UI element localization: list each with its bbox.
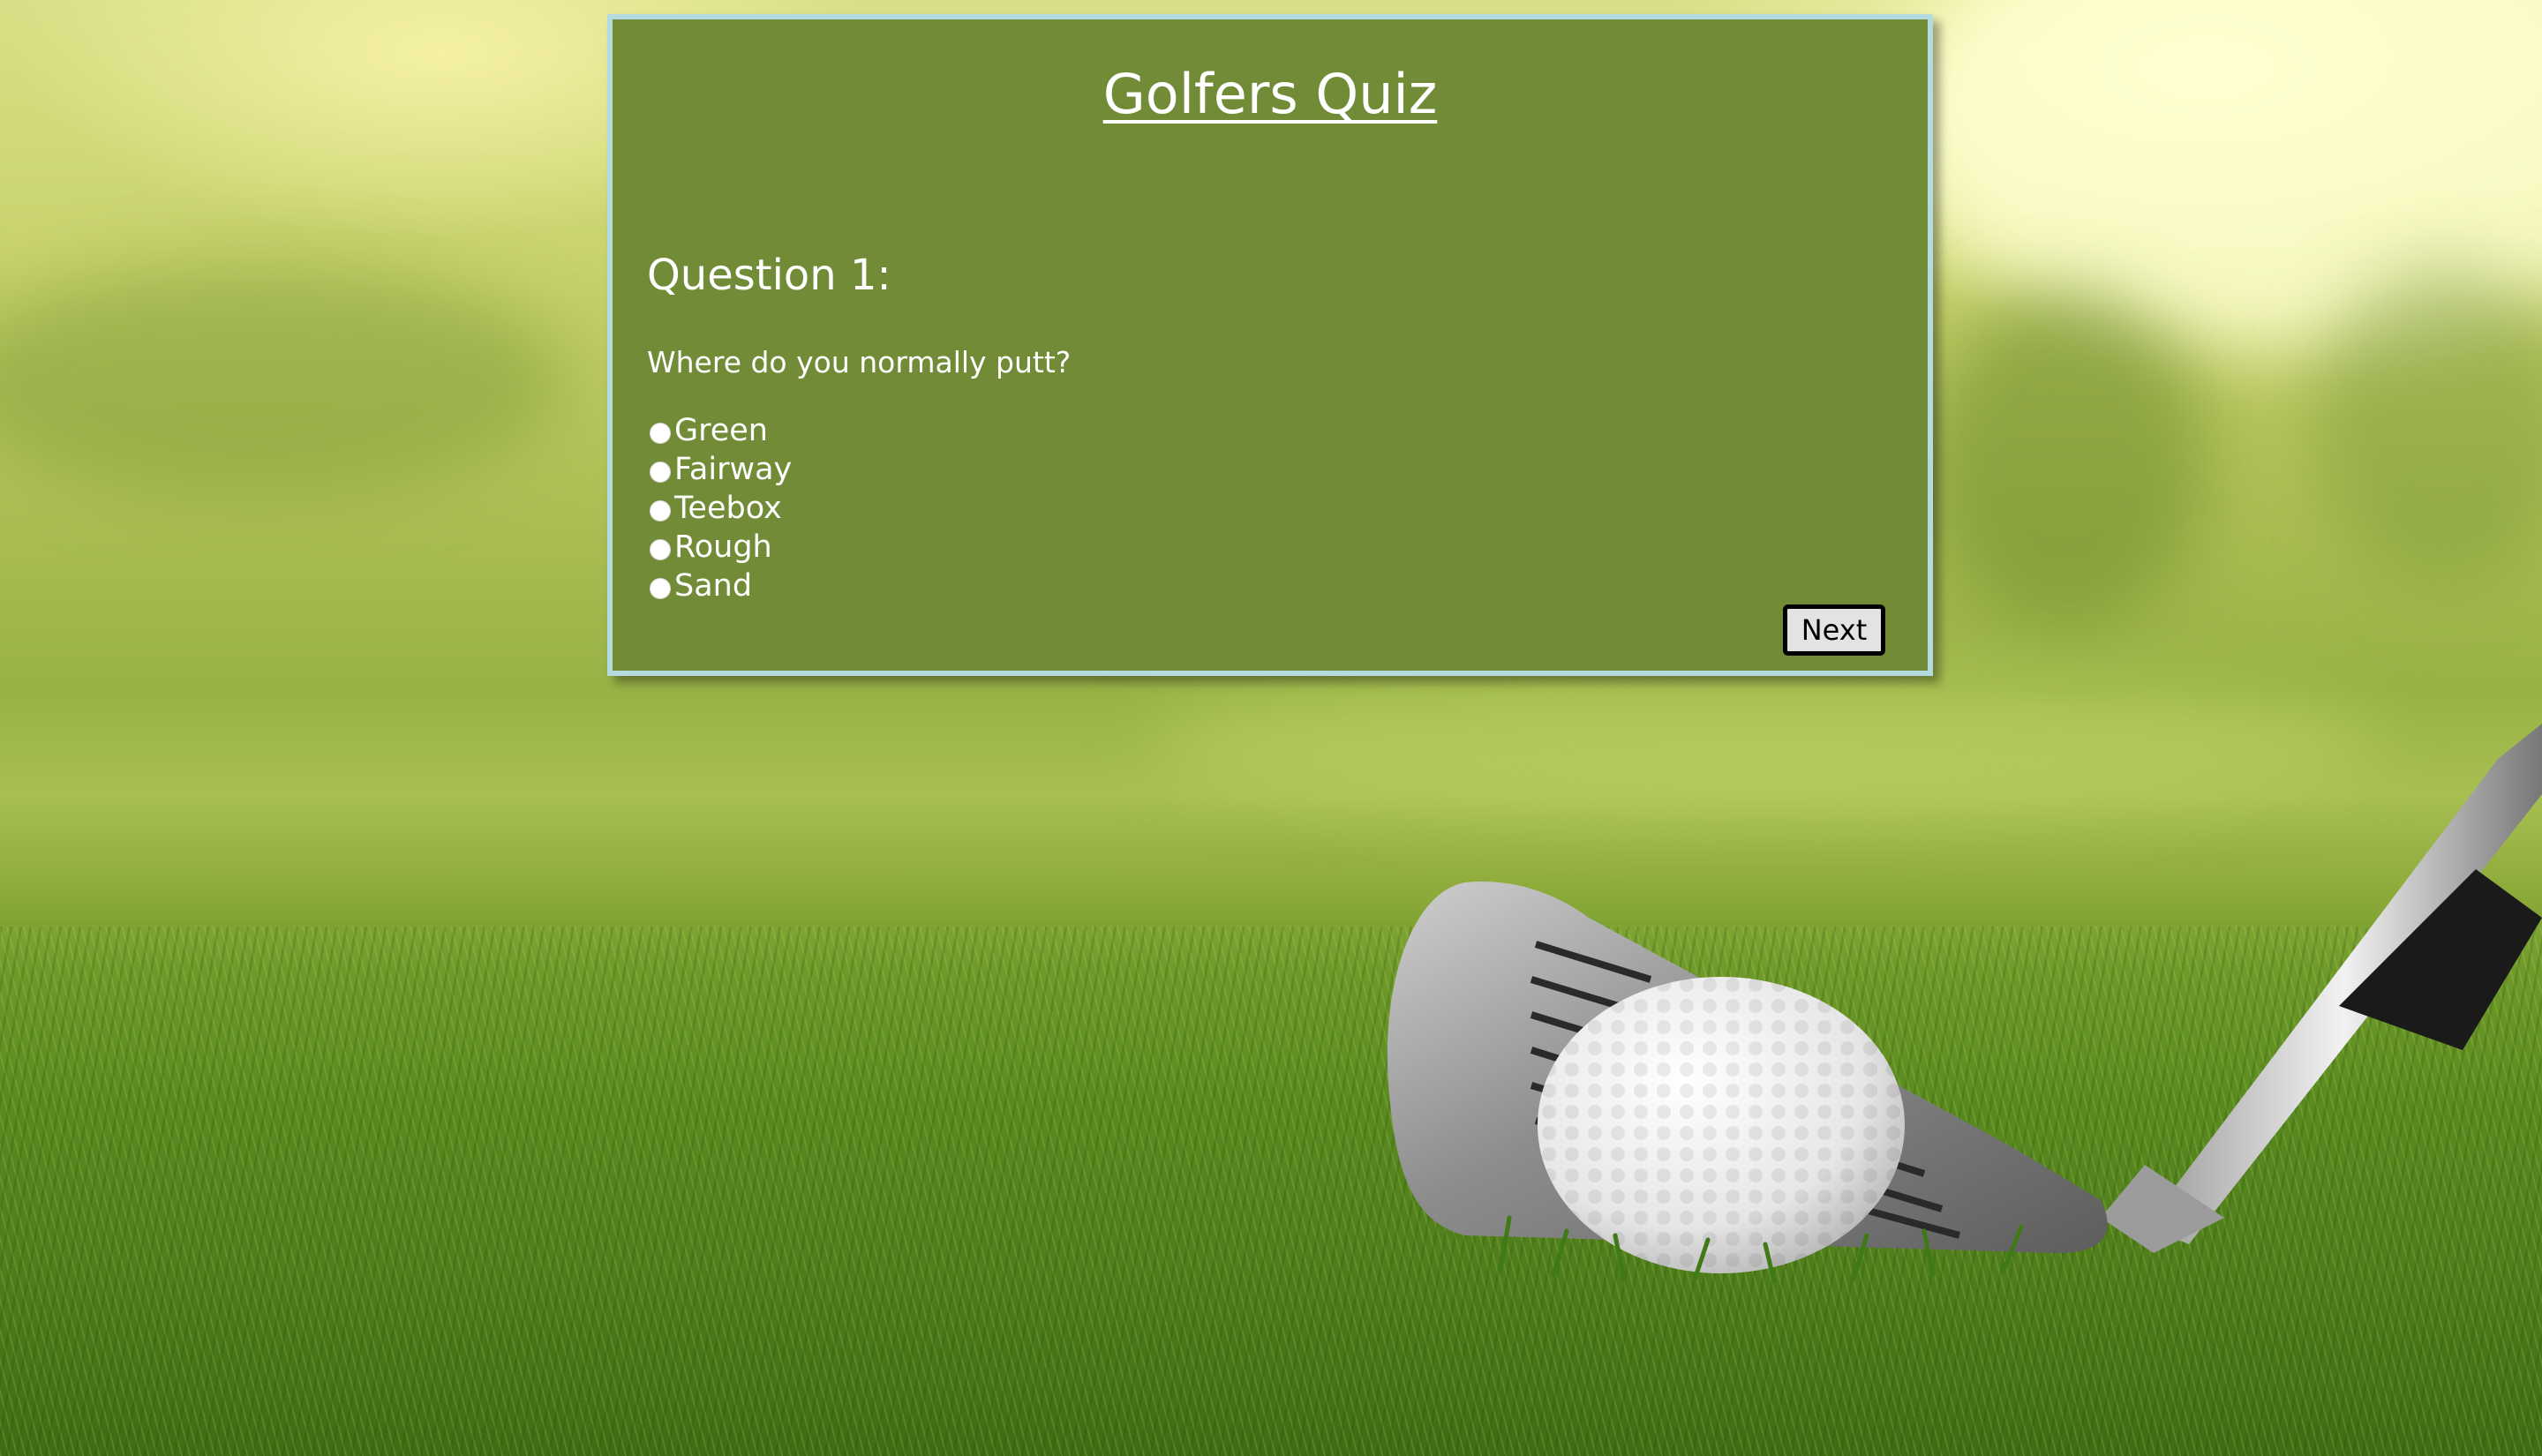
next-button[interactable]: Next — [1783, 604, 1885, 656]
answer-option-rough[interactable]: Rough — [647, 528, 792, 567]
radio-button[interactable] — [650, 539, 671, 560]
radio-button[interactable] — [650, 578, 671, 599]
option-label: Teebox — [674, 490, 782, 526]
option-label: Green — [674, 412, 768, 448]
answer-option-fairway[interactable]: Fairway — [647, 450, 792, 489]
radio-button[interactable] — [650, 423, 671, 444]
quiz-card: Golfers Quiz Question 1: Where do you no… — [607, 14, 1933, 676]
quiz-title: Golfers Quiz — [1102, 62, 1438, 126]
answer-option-sand[interactable]: Sand — [647, 567, 792, 605]
answer-options: Green Fairway Teebox Rough Sand — [647, 411, 792, 605]
radio-button[interactable] — [650, 500, 671, 522]
question-heading: Question 1: — [647, 251, 891, 300]
answer-option-green[interactable]: Green — [647, 411, 792, 450]
question-text: Where do you normally putt? — [647, 345, 1072, 379]
radio-button[interactable] — [650, 462, 671, 483]
option-label: Sand — [674, 567, 753, 604]
option-label: Fairway — [674, 451, 793, 487]
option-label: Rough — [674, 529, 772, 565]
answer-option-teebox[interactable]: Teebox — [647, 489, 792, 528]
